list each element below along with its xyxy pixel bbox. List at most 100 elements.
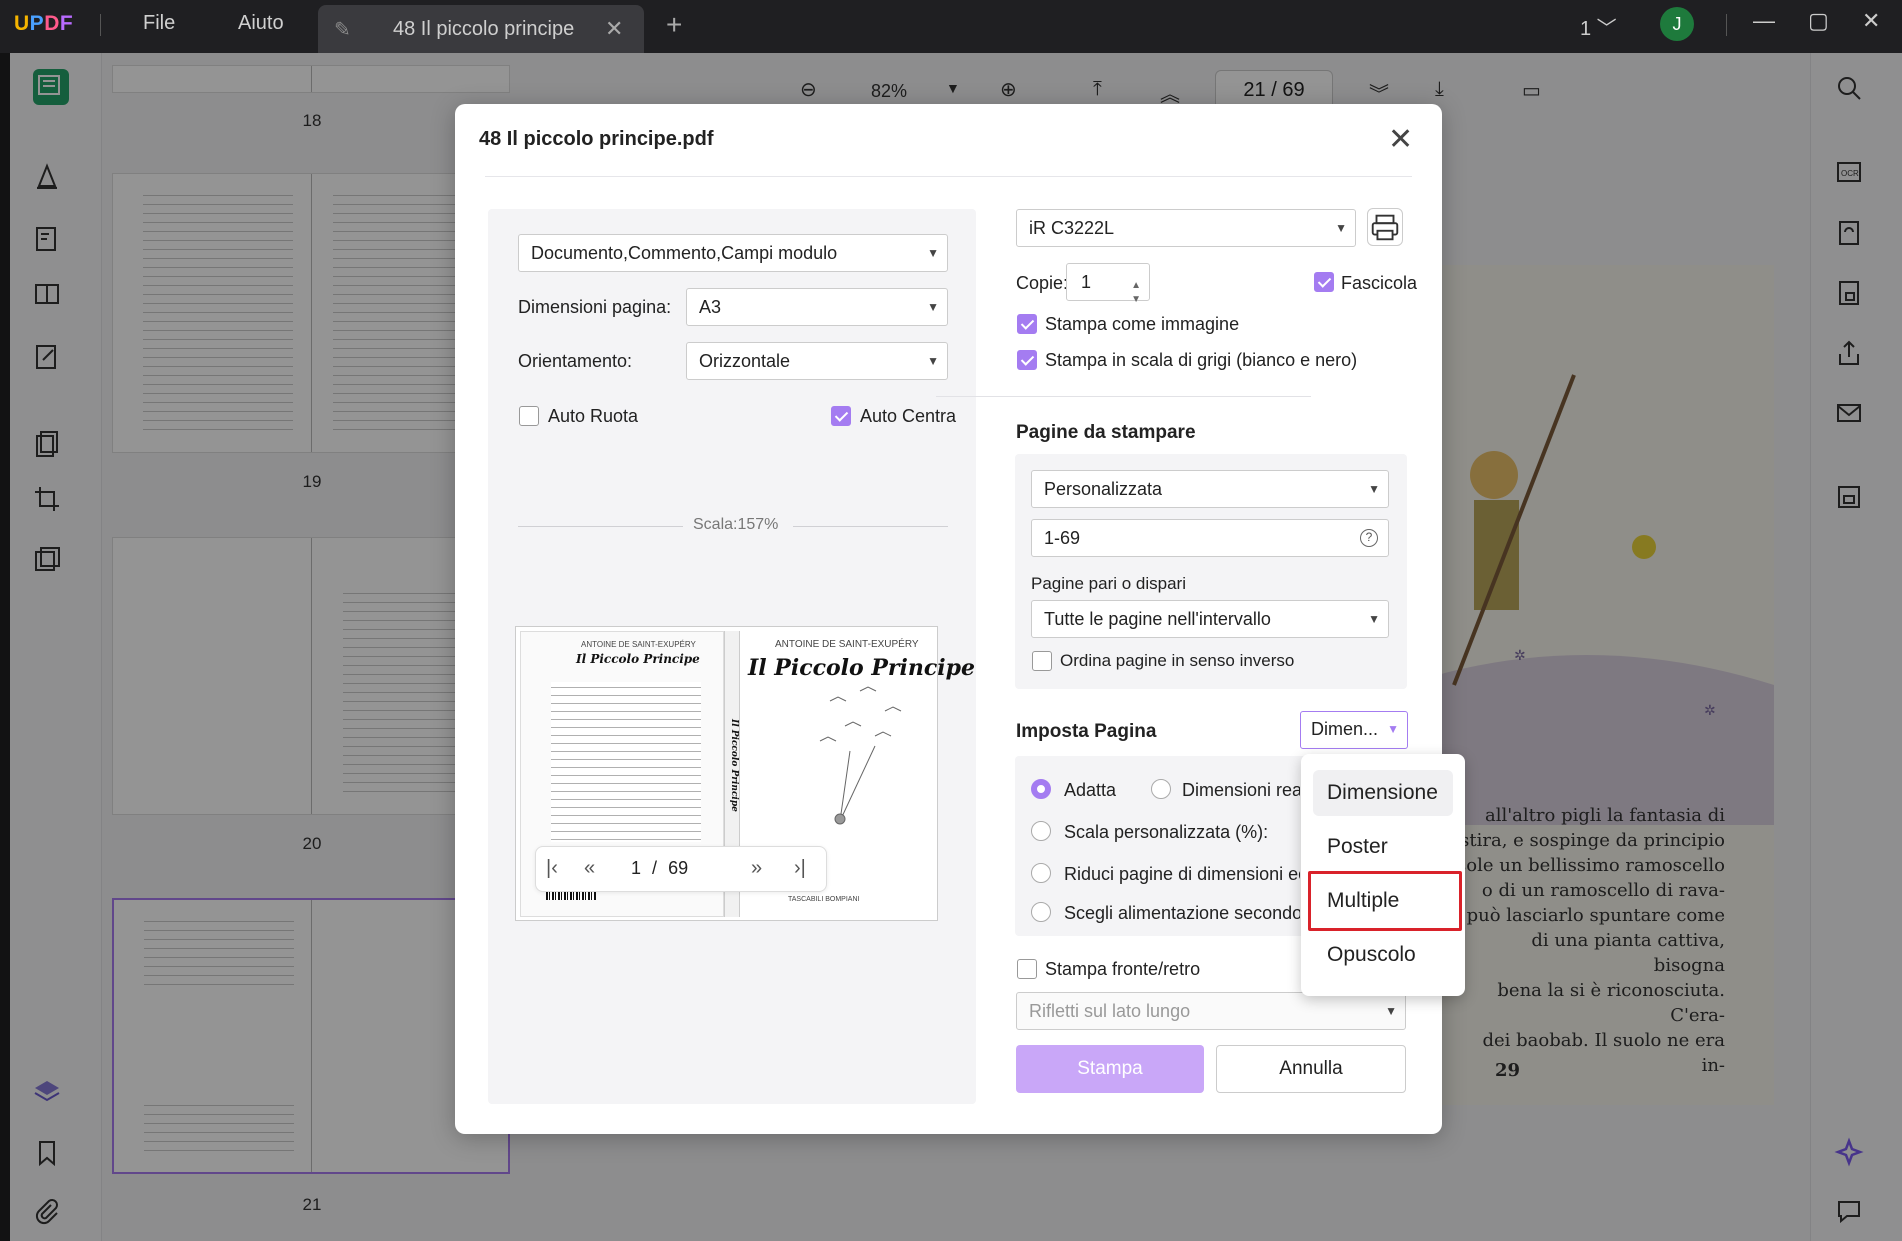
pages-mode-value: Personalizzata <box>1044 479 1163 499</box>
duplex-checkbox[interactable] <box>1017 959 1037 979</box>
tab-close-icon[interactable]: ✕ <box>605 16 623 42</box>
collate-checkbox[interactable] <box>1314 272 1334 292</box>
pages-mode-select[interactable]: Personalizzata ▼ <box>1031 470 1389 508</box>
dropdown-item-opuscolo[interactable]: Opuscolo <box>1313 932 1453 978</box>
maximize-icon[interactable]: ▢ <box>1808 8 1829 34</box>
pages-section-title: Pagine da stampare <box>1016 422 1196 443</box>
shrink-label: Riduci pagine di dimensioni ecce <box>1064 864 1300 884</box>
page-setup-mode-select[interactable]: Dimen... ▼ <box>1300 711 1408 749</box>
reverse-order-label: Ordina pagine in senso inverso <box>1060 651 1295 670</box>
paper-source-radio[interactable] <box>1031 902 1051 922</box>
chevron-down-icon: ▼ <box>1387 722 1399 736</box>
menu-help[interactable]: Aiuto <box>238 12 284 35</box>
custom-scale-label: Scala personalizzata (%): <box>1064 822 1269 842</box>
preview-page-indicator[interactable]: 1 / 69 <box>631 858 688 879</box>
print-button[interactable]: Stampa <box>1016 1045 1204 1093</box>
page-range-input[interactable]: 1-69 ? <box>1031 519 1389 557</box>
prev-page-icon[interactable]: « <box>584 857 595 880</box>
page-range-value: 1-69 <box>1044 528 1081 548</box>
chevron-down-icon: ▼ <box>1385 1004 1397 1018</box>
back-author: ANTOINE DE SAINT-EXUPÉRY <box>581 640 696 649</box>
preview-page-current: 1 <box>631 858 642 878</box>
preview-page-total: 69 <box>668 858 689 878</box>
orientation-select[interactable]: Orizzontale ▼ <box>686 342 948 380</box>
print-dialog: 48 Il piccolo principe.pdf ✕ Documento,C… <box>455 104 1442 1134</box>
preview-page-separator: / <box>652 858 658 878</box>
flip-value: Rifletti sul lato lungo <box>1029 1001 1191 1021</box>
decrement-icon[interactable]: ▼ <box>1131 282 1141 318</box>
collate-label: Fascicola <box>1341 273 1418 293</box>
paper-source-label: Scegli alimentazione secondo di <box>1064 903 1300 923</box>
front-title: Il Piccolo Principe <box>748 655 975 681</box>
chevron-down-icon: ▼ <box>927 300 939 314</box>
front-author: ANTOINE DE SAINT-EXUPÉRY <box>775 639 919 650</box>
window-count-value: 1 <box>1580 18 1592 40</box>
highlight-box <box>1308 871 1462 931</box>
cancel-button[interactable]: Annulla <box>1216 1045 1406 1093</box>
tab-title: 48 Il piccolo principe <box>393 18 575 40</box>
title-separator <box>100 14 101 36</box>
orientation-value: Orizzontale <box>699 351 791 371</box>
printer-icon <box>1371 214 1399 241</box>
chevron-down-icon: ▼ <box>927 246 939 260</box>
spine-title: Il Piccolo Principe <box>729 719 739 812</box>
auto-center-checkbox[interactable] <box>831 406 851 426</box>
back-title: Il Piccolo Principe <box>576 652 700 666</box>
edit-off-icon: ✎ <box>334 19 351 41</box>
auto-rotate-checkbox[interactable] <box>519 406 539 426</box>
back-text-lines <box>551 682 701 842</box>
printer-select[interactable]: iR C3222L ▼ <box>1016 209 1356 247</box>
minimize-icon[interactable]: — <box>1753 8 1775 34</box>
chevron-down-icon: ▼ <box>1335 221 1347 235</box>
flip-select[interactable]: Rifletti sul lato lungo ▼ <box>1016 992 1406 1030</box>
auto-center-label: Auto Centra <box>860 406 957 426</box>
auto-rotate-label: Auto Ruota <box>548 406 639 426</box>
last-page-icon[interactable]: ›| <box>794 857 806 880</box>
next-page-icon[interactable]: » <box>751 857 762 880</box>
actual-size-radio[interactable] <box>1151 779 1171 799</box>
reverse-order-checkbox[interactable] <box>1032 651 1052 671</box>
avatar[interactable]: J <box>1660 7 1694 41</box>
title-bar: UPDF File Aiuto ✎ 48 Il piccolo principe… <box>0 0 1902 53</box>
copies-label: Copie: <box>1016 273 1069 293</box>
dropdown-item-poster[interactable]: Poster <box>1313 824 1453 870</box>
page-size-label: Dimensioni pagina: <box>518 297 672 317</box>
odd-even-value: Tutte le pagine nell'intervallo <box>1044 609 1271 629</box>
print-as-image-label: Stampa come immagine <box>1045 314 1240 334</box>
fit-radio[interactable] <box>1031 779 1051 799</box>
close-icon[interactable]: ✕ <box>1388 122 1413 157</box>
shrink-radio[interactable] <box>1031 863 1051 883</box>
page-setup-title: Imposta Pagina <box>1016 721 1157 742</box>
copies-value: 1 <box>1081 272 1092 292</box>
first-page-icon[interactable]: |‹ <box>546 857 558 880</box>
odd-even-select[interactable]: Tutte le pagine nell'intervallo ▼ <box>1031 600 1389 638</box>
dialog-title: 48 Il piccolo principe.pdf <box>479 128 714 150</box>
page-size-select[interactable]: A3 ▼ <box>686 288 948 326</box>
odd-even-label: Pagine pari o dispari <box>1031 574 1186 593</box>
print-as-image-checkbox[interactable] <box>1017 314 1037 334</box>
page-setup-mode-value: Dimen... <box>1311 719 1379 739</box>
birds-illustration <box>819 686 902 825</box>
help-icon[interactable]: ? <box>1360 529 1378 547</box>
chevron-down-icon: ▼ <box>927 354 939 368</box>
menu-file[interactable]: File <box>143 12 175 35</box>
page-setup-dropdown: Dimensione Poster Multiple Opuscolo <box>1301 754 1465 996</box>
document-tab[interactable]: ✎ 48 Il piccolo principe ✕ <box>318 5 644 53</box>
updf-logo: UPDF <box>14 12 74 35</box>
dropdown-item-dimensione[interactable]: Dimensione <box>1313 770 1453 816</box>
close-window-icon[interactable]: ✕ <box>1862 8 1880 34</box>
copies-stepper[interactable]: 1 ▲ ▼ <box>1066 263 1150 305</box>
window-count[interactable]: 1 ﹀ <box>1580 12 1617 41</box>
custom-scale-radio[interactable] <box>1031 821 1051 841</box>
content-select-value: Documento,Commento,Campi modulo <box>531 243 838 263</box>
chevron-down-icon: ▼ <box>1368 612 1380 626</box>
new-tab-button[interactable]: + <box>666 9 682 41</box>
scale-text: Scala:157% <box>693 516 779 533</box>
grayscale-checkbox[interactable] <box>1017 350 1037 370</box>
fit-label: Adatta <box>1064 780 1117 800</box>
printer-properties-button[interactable] <box>1367 208 1403 246</box>
page-size-value: A3 <box>699 297 722 317</box>
section-divider <box>936 396 1311 397</box>
grayscale-label: Stampa in scala di grigi (bianco e nero) <box>1045 350 1358 370</box>
content-select[interactable]: Documento,Commento,Campi modulo ▼ <box>518 234 948 272</box>
